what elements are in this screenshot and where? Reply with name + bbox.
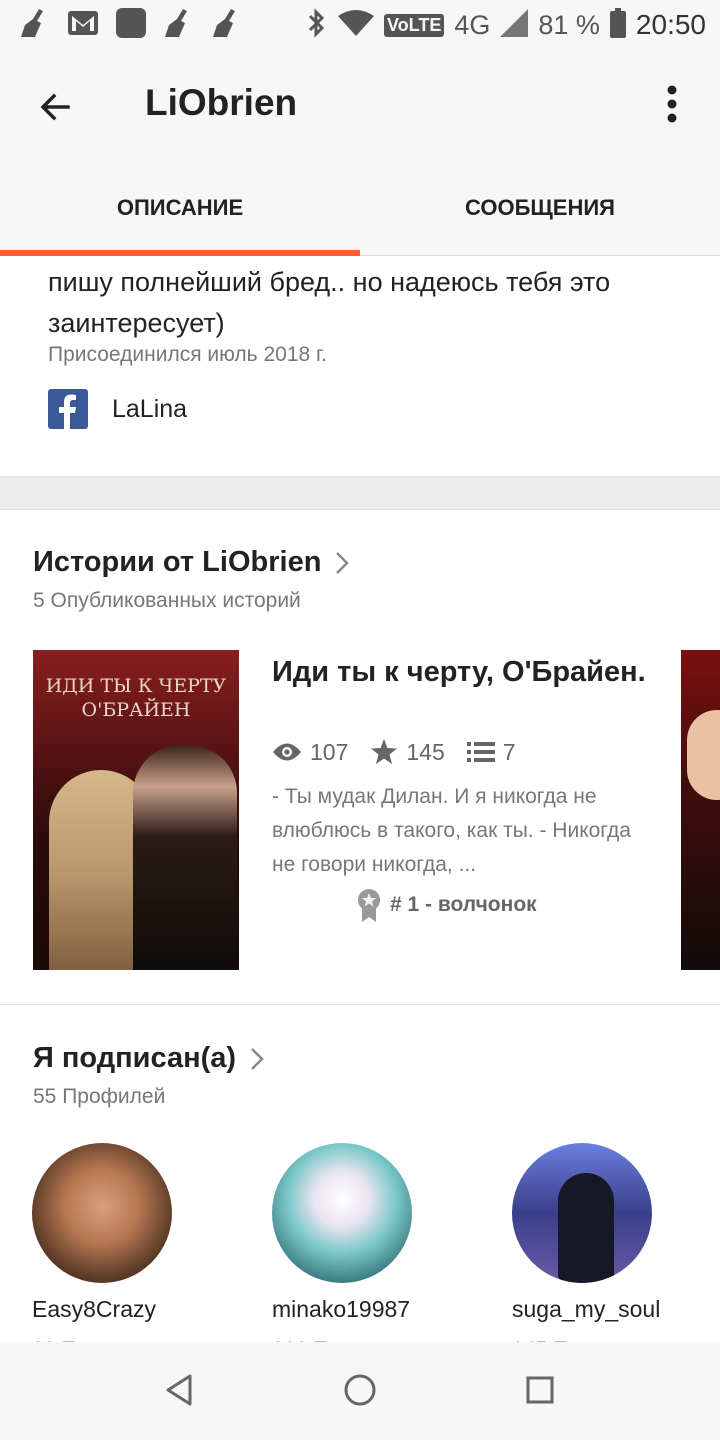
gmail-icon — [66, 6, 100, 40]
system-status: VoLTE 4G 81 % 20:50 — [306, 6, 706, 44]
story-stats: 107 145 7 — [272, 738, 538, 766]
clock: 20:50 — [635, 9, 706, 40]
bluetooth-icon — [306, 7, 328, 43]
back-arrow-icon — [40, 93, 70, 121]
tab-bar: ОПИСАНИЕ СООБЩЕНИЯ — [0, 160, 720, 256]
volte-badge: VoLTE — [384, 13, 445, 37]
stories-header[interactable]: Истории от LiObrien — [33, 546, 350, 579]
square-recents-icon — [526, 1376, 554, 1404]
section-divider — [0, 476, 720, 510]
avatar[interactable] — [272, 1143, 412, 1283]
cover-title: ИДИ ТЫ К ЧЕРТУ О'БРАЙЕН — [45, 675, 227, 721]
avatar[interactable] — [32, 1143, 172, 1283]
battery-icon — [609, 7, 626, 43]
parts-count: 7 — [502, 738, 516, 765]
wifi-icon — [338, 9, 375, 41]
tab-description[interactable]: ОПИСАНИЕ — [0, 160, 360, 256]
network-type: 4G — [454, 9, 491, 40]
join-date: Присоединился июль 2018 г. — [48, 343, 327, 366]
following-title: Я подписан(а) — [33, 1042, 237, 1074]
profile-description: пишу полнейший бред.. но надеюсь тебя эт… — [48, 267, 611, 338]
cleaner-icon — [162, 6, 196, 40]
triangle-back-icon — [166, 1374, 192, 1406]
cover-figure — [687, 710, 720, 800]
story-cover-next[interactable] — [681, 650, 720, 970]
nav-home-button[interactable] — [338, 1368, 382, 1412]
stories-title: Истории от LiObrien — [33, 546, 322, 578]
story-cover[interactable]: ИДИ ТЫ К ЧЕРТУ О'БРАЙЕН — [33, 650, 239, 970]
divider — [0, 1004, 720, 1005]
tab-indicator — [0, 250, 360, 256]
facebook-link[interactable]: LaLina — [48, 388, 187, 430]
username[interactable]: minako19987 — [272, 1296, 410, 1323]
facebook-icon — [48, 389, 88, 429]
battery-percent: 81 % — [538, 9, 600, 40]
following-count: 55 Профилей — [33, 1085, 166, 1108]
votes-stat: 145 — [370, 738, 445, 766]
eye-icon — [273, 743, 301, 761]
nav-recents-button[interactable] — [518, 1368, 562, 1412]
avatar-figure — [558, 1173, 614, 1283]
username[interactable]: suga_my_soul — [512, 1296, 660, 1323]
votes-count: 145 — [406, 738, 445, 765]
cleaner-icon — [18, 6, 52, 40]
back-button[interactable] — [30, 82, 82, 134]
stories-count: 5 Опубликованных историй — [33, 589, 301, 612]
signal-icon — [500, 8, 529, 42]
views-stat: 107 — [272, 739, 348, 766]
avatar[interactable] — [512, 1143, 652, 1283]
more-vert-icon — [667, 85, 677, 123]
parts-stat: 7 — [466, 738, 516, 766]
cleaner-icon — [210, 6, 244, 40]
chevron-right-icon — [251, 1047, 264, 1070]
facebook-name: LaLina — [112, 394, 188, 423]
cover-figure — [133, 745, 237, 970]
rank-text: # 1 - волчонок — [390, 893, 537, 916]
circle-home-icon — [344, 1374, 376, 1406]
nav-back-button[interactable] — [158, 1368, 202, 1412]
star-icon — [371, 739, 398, 764]
story-description: - Ты мудак Дилан. И я никогда не влюблюс… — [272, 785, 631, 876]
more-options-button[interactable] — [652, 80, 692, 136]
page-title: LiObrien — [145, 82, 298, 123]
views-count: 107 — [310, 738, 349, 765]
app-bar: LiObrien — [0, 52, 720, 160]
list-icon — [466, 742, 495, 762]
system-nav-bar — [0, 1342, 720, 1440]
username[interactable]: Easy8Crazy — [32, 1296, 156, 1323]
story-rank: # 1 - волчонок — [356, 888, 537, 922]
following-header[interactable]: Я подписан(а) — [33, 1042, 264, 1075]
app-icon — [114, 6, 148, 40]
award-icon — [358, 889, 380, 922]
status-bar: VoLTE 4G 81 % 20:50 — [0, 0, 720, 52]
notification-icons — [18, 6, 244, 40]
tab-messages[interactable]: СООБЩЕНИЯ — [360, 160, 720, 256]
chevron-right-icon — [336, 551, 350, 574]
story-title[interactable]: Иди ты к черту, О'Брайен. — [272, 654, 652, 690]
